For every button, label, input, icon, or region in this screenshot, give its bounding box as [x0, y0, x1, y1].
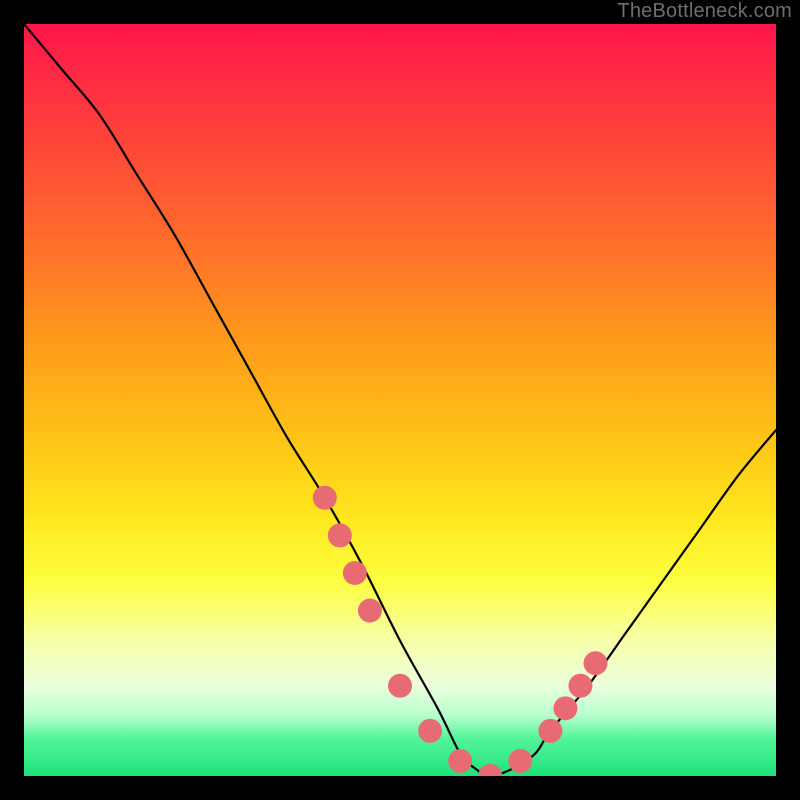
highlight-point: [388, 674, 412, 698]
highlighted-points-group: [313, 486, 608, 776]
highlight-point: [478, 764, 502, 776]
highlight-point: [553, 696, 577, 720]
highlight-point: [313, 486, 337, 510]
highlight-point: [418, 719, 442, 743]
bottleneck-curve-path: [24, 24, 776, 776]
highlight-point: [328, 523, 352, 547]
chart-frame: [24, 24, 776, 776]
highlight-point: [448, 749, 472, 773]
watermark-text: TheBottleneck.com: [617, 0, 792, 23]
bottleneck-chart: [24, 24, 776, 776]
highlight-point: [568, 674, 592, 698]
highlight-point: [508, 749, 532, 773]
highlight-point: [358, 599, 382, 623]
highlight-point: [343, 561, 367, 585]
highlight-point: [538, 719, 562, 743]
highlight-point: [584, 651, 608, 675]
